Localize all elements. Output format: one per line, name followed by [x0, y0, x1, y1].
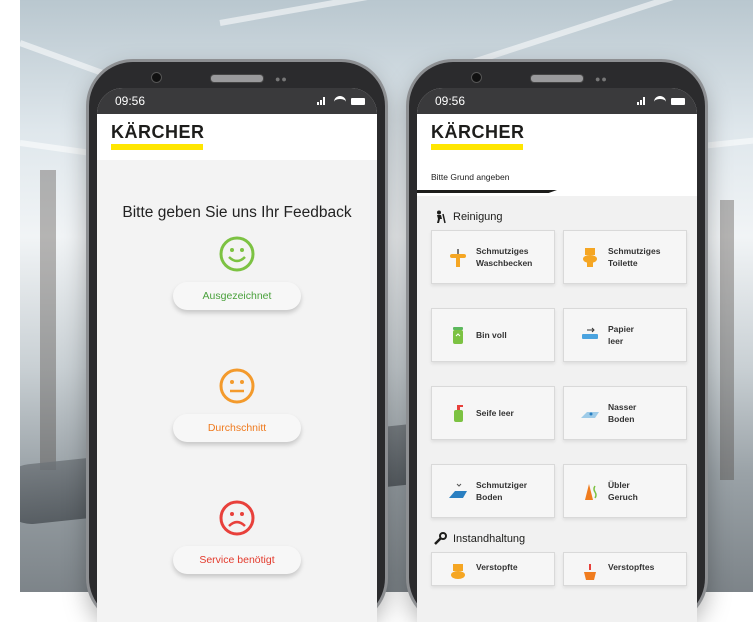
tile-dirty-floor[interactable]: Schmutziger Boden [431, 464, 555, 518]
tile-label: Waschbecken [476, 258, 533, 268]
speaker-grille [530, 74, 584, 83]
left-phone: ●● 09:56 KÄRCHER Bitte geben Sie uns Ihr… [89, 62, 385, 622]
cleaning-grid: Schmutziges Waschbecken Schmutziges Toilet… [417, 230, 697, 542]
tile-label: Schmutziges [608, 246, 661, 256]
section-maintenance: Instandhaltung [417, 532, 697, 546]
clogged-toilet-icon [446, 561, 470, 585]
excellent-button[interactable]: Ausgezeichnet [173, 282, 301, 310]
tile-paper-empty[interactable]: Papier leer [563, 308, 687, 362]
tile-soap-empty[interactable]: Seife leer [431, 386, 555, 440]
tile-label: Boden [608, 414, 635, 424]
tile-bin-full[interactable]: Bin voll [431, 308, 555, 362]
sensor-dots: ●● [595, 74, 608, 84]
happy-face-icon[interactable] [217, 234, 257, 274]
tile-dirty-sink[interactable]: Schmutziges Waschbecken [431, 230, 555, 284]
header: KÄRCHER [97, 114, 377, 160]
neutral-face-icon[interactable] [217, 366, 257, 406]
sad-face-icon[interactable] [217, 498, 257, 538]
tile-label: leer [608, 336, 624, 346]
page-title: Bitte geben Sie uns Ihr Feedback [122, 204, 352, 221]
sensor-dots: ●● [275, 74, 288, 84]
tile-label: Toilette [608, 258, 638, 268]
status-bar: 09:56 [417, 88, 697, 114]
right-phone: ●● 09:56 KÄRCHER Bitte Grund angeben Rei… [409, 62, 705, 622]
cleaning-person-icon [437, 210, 446, 224]
status-time: 09:56 [115, 94, 146, 108]
battery-icon [351, 97, 365, 105]
tile-clogged-sink[interactable]: Verstopftes [563, 552, 687, 586]
tile-label: Geruch [608, 492, 638, 502]
right-screen: 09:56 KÄRCHER Bitte Grund angeben Reinig… [417, 88, 697, 622]
service-needed-button[interactable]: Service benötigt [173, 546, 301, 574]
tile-wet-floor[interactable]: Nasser Boden [563, 386, 687, 440]
status-time: 09:56 [435, 94, 466, 108]
logo-underline [111, 144, 203, 150]
smell-icon [578, 479, 602, 503]
tile-bad-smell[interactable]: Übler Geruch [563, 464, 687, 518]
tile-label: Übler [608, 480, 630, 490]
dirty-floor-icon [446, 479, 470, 503]
signal-icon [317, 97, 329, 105]
camera-icon [151, 72, 162, 83]
tile-label: Bin voll [476, 330, 507, 340]
wrench-icon [434, 532, 447, 545]
tile-label: Verstopfte [476, 562, 518, 572]
tile-label: Verstopftes [608, 562, 655, 572]
section-title: Instandhaltung [453, 533, 526, 545]
average-button[interactable]: Durchschnitt [173, 414, 301, 442]
section-cleaning: Reinigung [417, 210, 697, 224]
toilet-icon [578, 245, 602, 269]
sink-icon [446, 245, 470, 269]
tile-label: Papier [608, 324, 634, 334]
clogged-sink-icon [578, 561, 602, 585]
tile-dirty-toilet[interactable]: Schmutziges Toilette [563, 230, 687, 284]
battery-icon [671, 97, 685, 105]
camera-icon [471, 72, 482, 83]
tile-clogged-toilet[interactable]: Verstopfte [431, 552, 555, 586]
tile-label: Seife leer [476, 408, 514, 418]
paper-icon [578, 323, 602, 347]
tile-label: Schmutziges [476, 246, 529, 256]
header: KÄRCHER [417, 114, 697, 160]
feedback-panel: Bitte geben Sie uns Ihr Feedback Ausgeze… [97, 160, 377, 622]
logo-underline [431, 144, 523, 150]
section-title: Reinigung [453, 211, 503, 223]
tile-label: Boden [476, 492, 503, 502]
maintenance-grid: Verstopfte Verstopftes [417, 552, 697, 610]
tile-label: Nasser [608, 402, 637, 412]
tile-label: Schmutziger [476, 480, 528, 490]
reason-panel: Bitte Grund angeben Reinigung Schmutzige… [417, 160, 697, 622]
status-bar: 09:56 [97, 88, 377, 114]
bin-icon [446, 323, 470, 347]
speaker-grille [210, 74, 264, 83]
brand-logo: KÄRCHER [431, 122, 525, 142]
tab-indicator [417, 190, 557, 193]
signal-icon [637, 97, 649, 105]
tab-reason[interactable]: Bitte Grund angeben [431, 172, 549, 182]
wifi-icon [334, 95, 346, 107]
soap-icon [446, 401, 470, 425]
brand-logo: KÄRCHER [111, 122, 205, 142]
wet-floor-icon [578, 401, 602, 425]
left-screen: 09:56 KÄRCHER Bitte geben Sie uns Ihr Fe… [97, 88, 377, 622]
tab-bar: Bitte Grund angeben [417, 160, 697, 196]
wifi-icon [654, 95, 666, 107]
